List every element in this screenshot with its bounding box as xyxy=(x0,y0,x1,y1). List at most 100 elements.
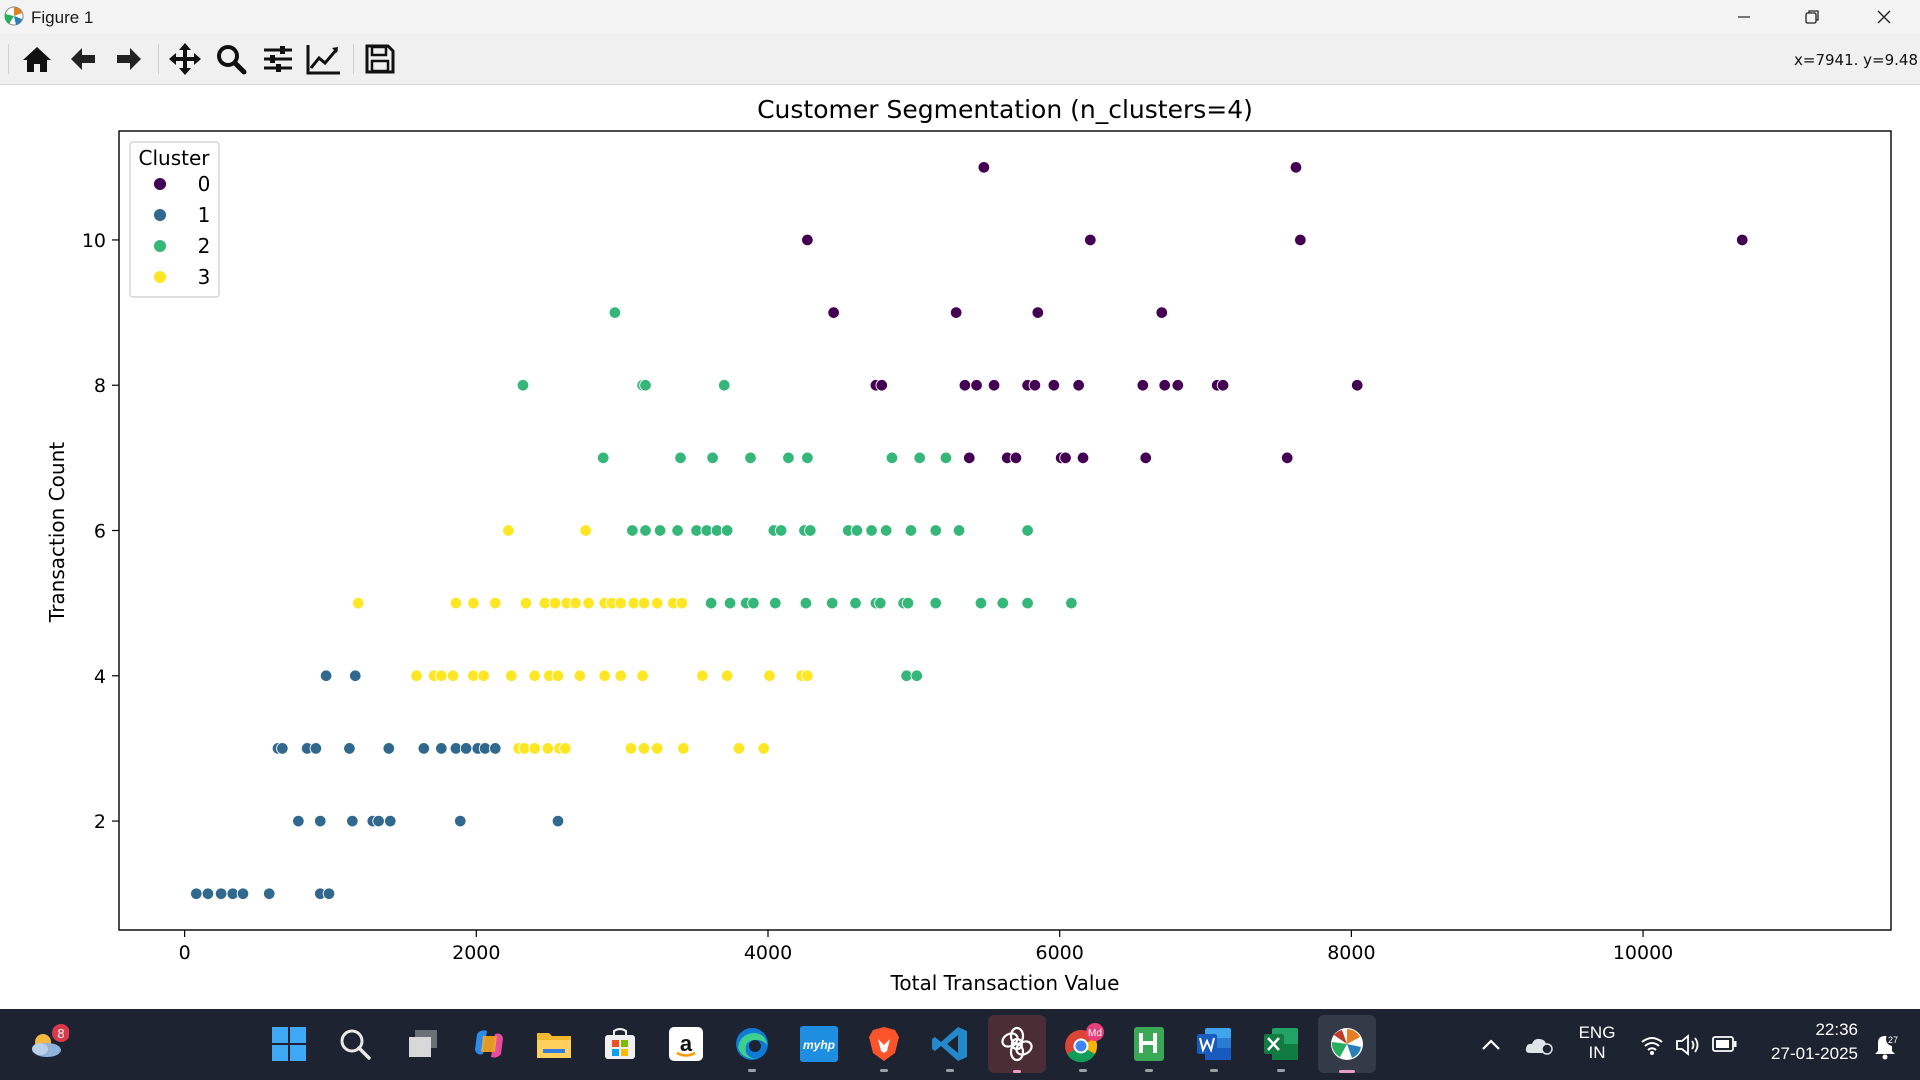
cluster-0-point xyxy=(1289,161,1303,174)
cluster-0-point xyxy=(1031,306,1045,319)
cluster-0-point xyxy=(801,233,814,247)
cluster-3-point xyxy=(410,669,423,683)
close-button[interactable] xyxy=(1850,0,1918,34)
weather-widget[interactable]: 8 xyxy=(22,1019,72,1069)
cluster-3-point xyxy=(446,669,460,683)
legend-marker xyxy=(153,208,167,222)
language-indicator[interactable]: ENG IN xyxy=(1576,1023,1618,1063)
taskbar-start[interactable] xyxy=(264,1019,314,1069)
taskbar-word[interactable] xyxy=(1189,1019,1239,1072)
x-tick-label: 6000 xyxy=(1036,942,1084,964)
cluster-2-point xyxy=(799,596,813,610)
taskbar-microsoft-store[interactable] xyxy=(595,1019,645,1069)
cluster-2-point xyxy=(1021,524,1034,537)
taskbar-brave[interactable] xyxy=(859,1019,909,1072)
y-tick-label: 4 xyxy=(94,666,106,688)
vscode-icon xyxy=(932,1027,967,1061)
cluster-3-point xyxy=(569,596,582,610)
save-button[interactable] xyxy=(361,40,399,78)
weather-badge: 8 xyxy=(57,1026,64,1041)
figure-canvas[interactable]: Customer Segmentation (n_clusters=4) 0 20… xyxy=(0,85,1920,1009)
x-tick-label: 2000 xyxy=(452,942,500,964)
region-line: IN xyxy=(1588,1043,1606,1062)
onedrive-icon[interactable] xyxy=(1524,1033,1554,1057)
cluster-0-point xyxy=(1350,378,1364,392)
cluster-0-point xyxy=(1294,233,1307,247)
cluster-2-point xyxy=(516,378,530,392)
cluster-3-point xyxy=(763,669,776,683)
cluster-1-point xyxy=(322,887,336,900)
cluster-2-point xyxy=(885,451,899,465)
cluster-3-point xyxy=(624,742,638,755)
wifi-icon[interactable] xyxy=(1640,1034,1664,1056)
cluster-3-point xyxy=(757,742,770,755)
configure-subplots-button[interactable] xyxy=(259,40,297,78)
cluster-0-point xyxy=(1072,378,1085,392)
forward-button[interactable] xyxy=(110,40,148,78)
cluster-1-point xyxy=(346,814,359,828)
chrome-icon: Md xyxy=(1065,1023,1104,1063)
running-indicator xyxy=(1339,1070,1355,1073)
taskbar-file-explorer[interactable] xyxy=(529,1019,579,1069)
taskbar-chrome[interactable]: Md xyxy=(1058,1019,1108,1072)
cluster-2-point xyxy=(825,596,839,610)
taskbar-chatgpt[interactable] xyxy=(988,1015,1046,1073)
plot-area-frame xyxy=(118,130,1892,931)
weather-icon: 8 xyxy=(32,1024,69,1057)
toolbar-separator xyxy=(8,44,9,74)
x-tick-label: 0 xyxy=(179,942,191,964)
zoom-button[interactable] xyxy=(212,40,250,78)
cluster-2-point xyxy=(804,524,817,537)
taskbar-task-view[interactable] xyxy=(398,1019,448,1069)
taskbar-search[interactable] xyxy=(330,1019,380,1069)
minimize-button[interactable] xyxy=(1710,0,1778,34)
battery-icon[interactable] xyxy=(1712,1035,1738,1053)
taskbar-edge[interactable] xyxy=(727,1019,777,1072)
cluster-3-point xyxy=(548,596,562,610)
start-icon xyxy=(272,1027,306,1061)
cluster-0-point xyxy=(949,306,963,319)
window-title: Figure 1 xyxy=(31,8,94,27)
taskbar-excel[interactable] xyxy=(1256,1019,1306,1072)
volume-icon[interactable] xyxy=(1675,1033,1701,1057)
back-button[interactable] xyxy=(64,40,102,78)
forward-icon xyxy=(117,48,141,70)
data-points xyxy=(190,161,1749,900)
python-figure-icon xyxy=(1331,1028,1363,1060)
home-button[interactable] xyxy=(18,40,56,78)
x-tick-label: 8000 xyxy=(1327,942,1375,964)
taskbar-myhp[interactable]: myhp xyxy=(794,1019,844,1069)
cluster-2-point xyxy=(952,524,966,537)
cluster-2-point xyxy=(1021,596,1034,610)
running-indicator xyxy=(1013,1070,1021,1073)
cluster-2-point xyxy=(626,524,639,537)
restore-button[interactable] xyxy=(1778,0,1846,34)
x-tick-label: 4000 xyxy=(744,942,792,964)
chevron-up-icon[interactable] xyxy=(1480,1035,1502,1053)
taskbar-vscode[interactable] xyxy=(925,1019,975,1072)
taskbar-amazon[interactable]: a xyxy=(661,1019,711,1069)
matplotlib-app-icon xyxy=(4,6,24,26)
scatter-plot[interactable]: Customer Segmentation (n_clusters=4) 0 20… xyxy=(0,85,1920,1009)
clock[interactable]: 22:36 27-01-2025 xyxy=(1758,1020,1858,1064)
pan-icon xyxy=(169,43,201,75)
pan-button[interactable] xyxy=(166,40,204,78)
x-tick-label: 10000 xyxy=(1613,942,1673,964)
cluster-1-point xyxy=(309,742,323,755)
edit-axis-button[interactable] xyxy=(305,40,343,78)
taskbar-h-app[interactable] xyxy=(1124,1019,1174,1072)
cluster-0-point xyxy=(1047,378,1061,392)
legend-title: Cluster xyxy=(139,146,211,170)
cluster-2-point xyxy=(913,451,926,465)
edge-icon xyxy=(736,1028,768,1060)
matplotlib-toolbar: x=7941. y=9.48 xyxy=(0,34,1920,85)
notification-bell-icon[interactable]: 27 xyxy=(1870,1031,1900,1061)
cluster-3-point xyxy=(579,524,592,537)
taskbar-copilot[interactable] xyxy=(464,1019,514,1069)
cluster-0-point xyxy=(1280,451,1294,465)
cluster-0-point xyxy=(970,378,983,392)
cluster-2-point xyxy=(704,596,718,610)
cluster-2-point xyxy=(639,378,652,392)
clock-date: 27-01-2025 xyxy=(1771,1044,1858,1063)
taskbar-python-figure[interactable] xyxy=(1318,1015,1376,1073)
